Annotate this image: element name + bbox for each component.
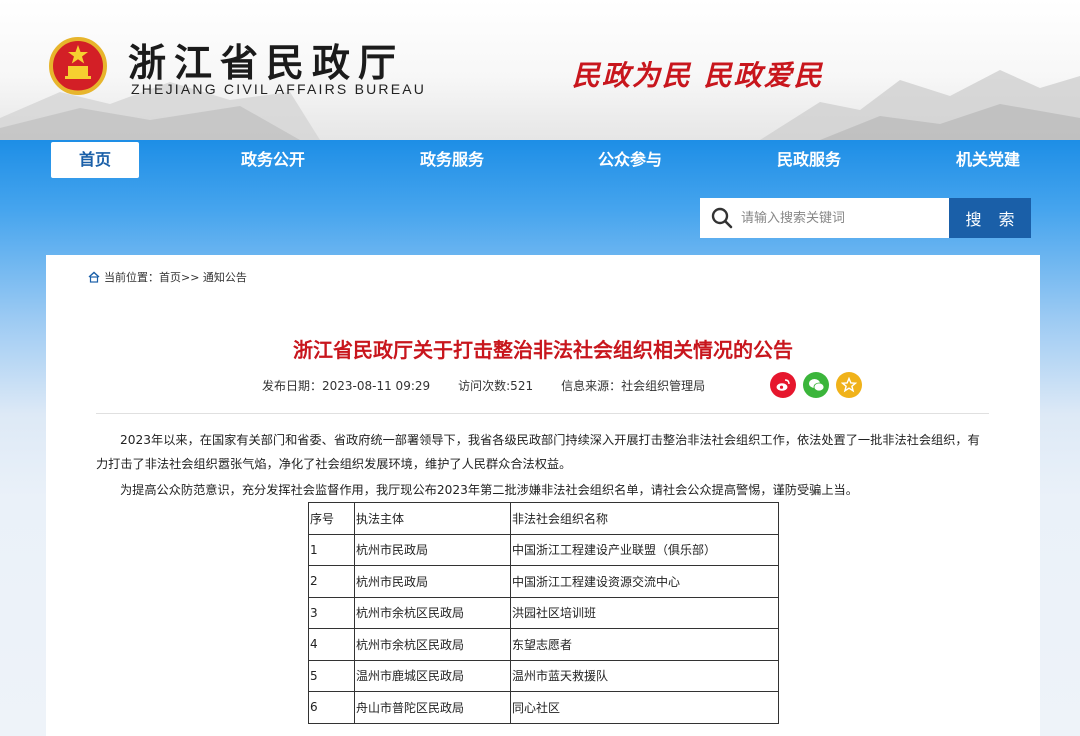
row-authority: 杭州市余杭区民政局 xyxy=(354,628,511,661)
visit-count: 访问次数:521 xyxy=(458,379,534,393)
site-slogan: 民政为民 民政爱民 xyxy=(572,59,824,92)
table-header-row: 序号 执法主体 非法社会组织名称 xyxy=(308,502,779,535)
main-nav: 首页 政务公开 政务服务 公众参与 民政服务 机关党建 xyxy=(0,140,1080,180)
row-authority: 温州市鹿城区民政局 xyxy=(354,659,511,692)
illegal-org-table: 序号 执法主体 非法社会组织名称 1 杭州市民政局 中国浙江工程建设产业联盟（俱… xyxy=(308,502,779,724)
row-org-name: 同心社区 xyxy=(510,691,779,724)
row-index: 3 xyxy=(308,596,355,629)
table-row: 2 杭州市民政局 中国浙江工程建设资源交流中心 xyxy=(308,565,779,598)
table-row: 3 杭州市余杭区民政局 洪园社区培训班 xyxy=(308,596,779,629)
site-title: 浙江省民政厅 xyxy=(128,40,405,85)
nav-item-government-services[interactable]: 政务服务 xyxy=(392,140,512,180)
row-authority: 杭州市余杭区民政局 xyxy=(354,596,511,629)
breadcrumb: 当前位置：首页>> 通知公告 xyxy=(88,269,247,285)
article-meta: 发布日期：2023-08-11 09:29 访问次数:521 信息来源：社会组织… xyxy=(262,377,705,394)
table-row: 1 杭州市民政局 中国浙江工程建设产业联盟（俱乐部） xyxy=(308,533,779,566)
header-authority: 执法主体 xyxy=(354,502,511,535)
content-panel: 当前位置：首页>> 通知公告 浙江省民政厅关于打击整治非法社会组织相关情况的公告… xyxy=(46,255,1040,736)
weibo-icon[interactable] xyxy=(770,372,796,398)
site-subtitle: ZHEJIANG CIVIL AFFAIRS BUREAU xyxy=(131,81,427,97)
breadcrumb-text[interactable]: 当前位置：首页>> 通知公告 xyxy=(104,269,247,285)
row-index: 2 xyxy=(308,565,355,598)
row-org-name: 中国浙江工程建设资源交流中心 xyxy=(510,565,779,598)
header-index: 序号 xyxy=(308,502,355,535)
home-icon xyxy=(88,271,100,283)
favorite-icon[interactable] xyxy=(836,372,862,398)
row-org-name: 洪园社区培训班 xyxy=(510,596,779,629)
national-emblem-icon xyxy=(49,37,107,95)
row-index: 1 xyxy=(308,533,355,566)
search-icon xyxy=(711,207,733,229)
site-header: 浙江省民政厅 ZHEJIANG CIVIL AFFAIRS BUREAU 民政为… xyxy=(0,0,1080,140)
search-input[interactable] xyxy=(741,199,946,237)
row-authority: 舟山市普陀区民政局 xyxy=(354,691,511,724)
article-paragraph-2: 为提高公众防范意识，充分发挥社会监督作用，我厅现公布2023年第二批涉嫌非法社会… xyxy=(120,483,858,497)
article-title: 浙江省民政厅关于打击整治非法社会组织相关情况的公告 xyxy=(293,338,793,362)
table-row: 5 温州市鹿城区民政局 温州市蓝天救援队 xyxy=(308,659,779,692)
share-buttons xyxy=(770,372,862,398)
row-authority: 杭州市民政局 xyxy=(354,533,511,566)
search-button[interactable]: 搜 索 xyxy=(949,198,1031,238)
table-row: 4 杭州市余杭区民政局 东望志愿者 xyxy=(308,628,779,661)
search-box xyxy=(700,198,949,238)
row-org-name: 温州市蓝天救援队 xyxy=(510,659,779,692)
article-paragraph-1: 2023年以来，在国家有关部门和省委、省政府统一部署领导下，我省各级民政部门持续… xyxy=(96,433,980,471)
nav-item-government-affairs[interactable]: 政务公开 xyxy=(213,140,333,180)
nav-item-civil-services[interactable]: 民政服务 xyxy=(749,140,869,180)
row-index: 5 xyxy=(308,659,355,692)
row-org-name: 东望志愿者 xyxy=(510,628,779,661)
title-divider xyxy=(96,413,989,414)
row-org-name: 中国浙江工程建设产业联盟（俱乐部） xyxy=(510,533,779,566)
info-source: 信息来源：社会组织管理局 xyxy=(561,379,706,393)
table-row: 6 舟山市普陀区民政局 同心社区 xyxy=(308,691,779,724)
header-org-name: 非法社会组织名称 xyxy=(510,502,779,535)
row-index: 6 xyxy=(308,691,355,724)
row-authority: 杭州市民政局 xyxy=(354,565,511,598)
nav-item-home[interactable]: 首页 xyxy=(51,142,139,178)
nav-item-party-building[interactable]: 机关党建 xyxy=(928,140,1048,180)
publish-date: 发布日期：2023-08-11 09:29 xyxy=(262,379,431,393)
wechat-icon[interactable] xyxy=(803,372,829,398)
nav-item-public-participation[interactable]: 公众参与 xyxy=(570,140,690,180)
row-index: 4 xyxy=(308,628,355,661)
